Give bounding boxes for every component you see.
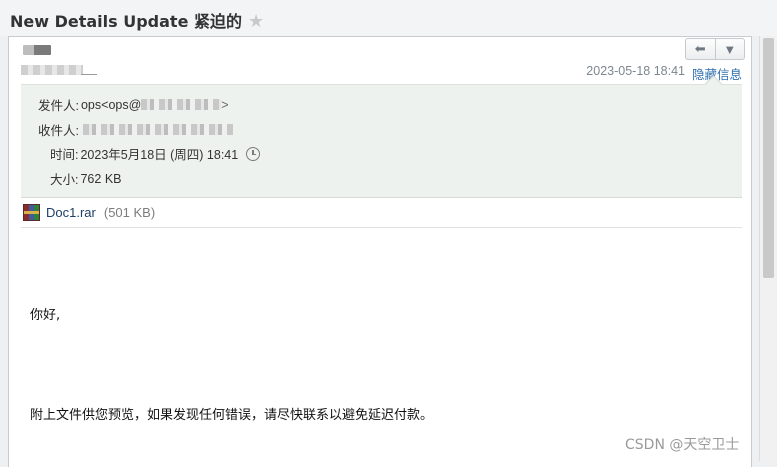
- email-subject: New Details Update 紧迫的 ★: [10, 8, 264, 32]
- email-date: 2023-05-18 18:41: [586, 64, 685, 78]
- reply-button[interactable]: ⬅: [686, 39, 715, 59]
- from-close: >: [221, 97, 229, 112]
- from-value[interactable]: ops<ops@: [81, 98, 141, 112]
- body-paragraph: 附上文件供您预览，如果发现任何错误，请尽快联系以避免延迟付款。: [30, 408, 434, 423]
- from-email-redacted: [141, 99, 222, 110]
- sender-address-redacted: [21, 65, 97, 75]
- watermark: CSDN @天空卫士: [625, 437, 740, 453]
- attachment-item[interactable]: Doc1.rar (501 KB): [23, 204, 155, 221]
- from-label: 发件人:: [38, 99, 79, 113]
- reply-icon: ⬅: [694, 41, 706, 56]
- reply-button-group: ⬅ ▼: [685, 38, 745, 60]
- scrollbar-thumb[interactable]: [763, 38, 774, 278]
- more-actions-button[interactable]: ▼: [714, 39, 745, 59]
- email-card: ⬅ ▼ 2023-05-18 18:41 隐藏信息 发件人: ops<ops@ …: [8, 36, 752, 467]
- chevron-down-icon: ▼: [723, 41, 737, 57]
- size-row: 大小: 762 KB: [50, 169, 122, 188]
- email-subject-text: New Details Update 紧迫的: [10, 12, 243, 31]
- to-row: 收件人:: [38, 120, 233, 139]
- vertical-scrollbar[interactable]: [759, 36, 777, 461]
- sender-avatar-redacted: [23, 45, 51, 55]
- star-icon[interactable]: ★: [248, 11, 264, 32]
- to-label: 收件人:: [38, 124, 79, 138]
- history-icon[interactable]: [246, 146, 261, 161]
- from-row: 发件人: ops<ops@ >: [38, 95, 229, 114]
- body-greeting: 你好,: [30, 308, 61, 323]
- body-divider: [21, 227, 742, 228]
- to-value-redacted[interactable]: [82, 124, 233, 135]
- subject-bar: New Details Update 紧迫的 ★: [0, 0, 777, 36]
- attachment-name[interactable]: Doc1.rar: [46, 205, 96, 220]
- size-value: 762 KB: [80, 171, 122, 186]
- time-row: 时间: 2023年5月18日 (周四) 18:41: [50, 144, 261, 163]
- time-label: 时间:: [50, 148, 79, 162]
- attachment-size: (501 KB): [103, 205, 156, 220]
- size-label: 大小:: [50, 173, 79, 187]
- header-details: 发件人: ops<ops@ > 收件人: 时间: 2023年5月18日 (周四)…: [21, 75, 742, 198]
- time-value: 2023年5月18日 (周四) 18:41: [80, 148, 239, 162]
- rar-file-icon: [23, 204, 40, 221]
